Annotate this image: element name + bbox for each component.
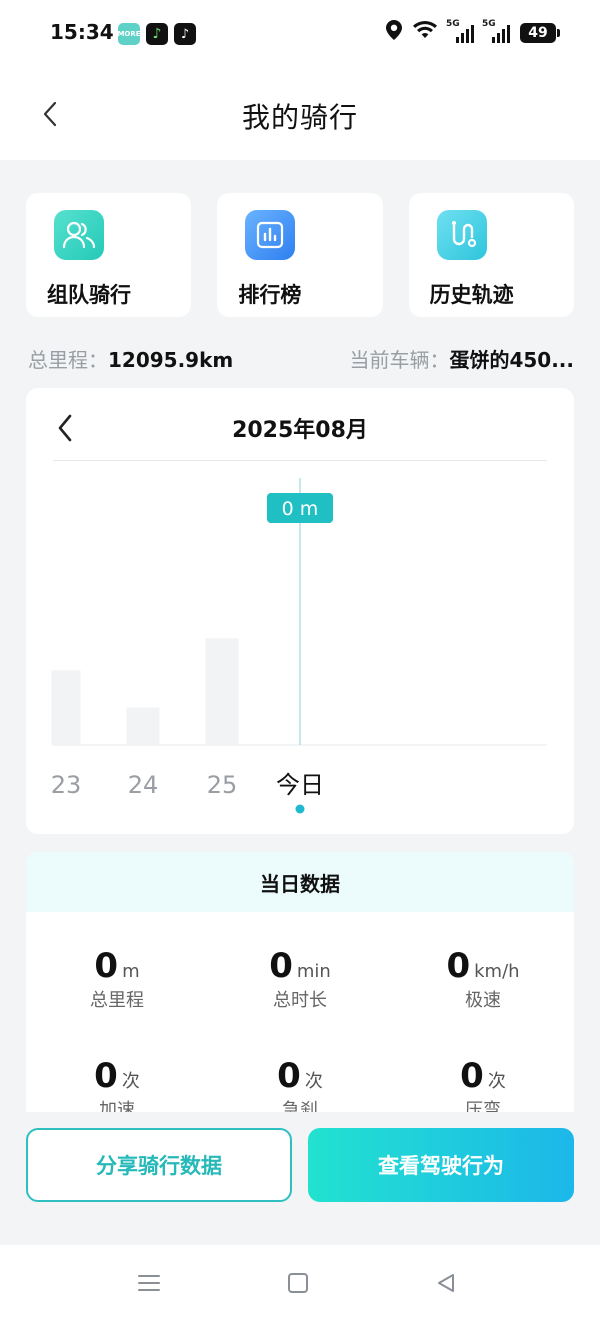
chart-bar[interactable]: [205, 638, 239, 745]
total-distance-value: 12095.9km: [108, 348, 234, 372]
status-indicators: 5G 5G 49: [386, 19, 560, 45]
metric-distance-label: 总里程: [90, 990, 144, 1011]
leaderboard-label: 排行榜: [238, 283, 302, 307]
location-icon: [386, 20, 402, 45]
chart-bar[interactable]: [51, 670, 81, 745]
daily-chart-card: 2025年08月 23 24 25 今日 0 m: [26, 388, 574, 834]
metric-top-speed-unit: km/h: [474, 961, 520, 982]
chart-tick-label[interactable]: 24: [128, 771, 159, 799]
day-data-card: 当日数据 0m 总里程 0 min 总时长 0 km/h 极速 0次 加速 0次 急…: [26, 852, 574, 1112]
chart-tick-label[interactable]: 25: [207, 771, 238, 799]
battery-icon: 49: [520, 22, 560, 43]
back-nav-button[interactable]: [431, 1269, 461, 1297]
chart-tick-label[interactable]: 今日: [276, 771, 324, 799]
music-app-icon: ♪: [146, 23, 168, 45]
metric-acceleration-value: 0: [94, 1056, 118, 1096]
metric-distance-unit: m: [122, 961, 140, 982]
metric-hard-brake-value: 0: [277, 1056, 301, 1096]
system-nav-bar: [0, 1245, 600, 1319]
home-nav-button[interactable]: [283, 1269, 313, 1297]
metric-duration: 0 min 总时长: [209, 946, 391, 1012]
signal-icon-2: 5G: [482, 19, 510, 43]
metric-distance: 0m 总里程: [26, 946, 208, 1012]
chart-tick-label[interactable]: 23: [51, 771, 82, 799]
metric-duration-value: 0: [269, 946, 293, 986]
page-header: 我的骑行: [0, 68, 600, 160]
home-square-icon: [288, 1273, 308, 1293]
page-title: 我的骑行: [241, 101, 358, 134]
menu-icon: [138, 1275, 160, 1291]
chart-tooltip-label: 0 m: [282, 498, 319, 520]
feature-cards: 组队骑行 排行榜 历史轨迹: [26, 193, 574, 317]
metric-top-speed-value: 0: [446, 946, 471, 986]
metric-distance-value: 0: [94, 946, 119, 986]
metric-duration-unit: min: [296, 961, 331, 982]
tiktok-icon: ♪: [174, 23, 196, 45]
morefun-app-icon: MORE: [117, 23, 141, 45]
team-riding-card[interactable]: 组队骑行: [26, 193, 192, 317]
leaderboard-icon: [245, 210, 296, 260]
current-vehicle[interactable]: 当前车辆：蛋饼的450...: [349, 344, 574, 373]
chart-bar[interactable]: [126, 707, 160, 745]
history-track-label: 历史轨迹: [429, 283, 514, 307]
metric-cornering: 0次 压弯: [392, 1056, 574, 1112]
team-riding-label: 组队骑行: [47, 283, 131, 307]
wifi-icon: [412, 20, 438, 45]
daily-distance-chart[interactable]: 23 24 25 今日 0 m: [26, 388, 574, 834]
metric-hard-brake-label: 急刹: [282, 1100, 318, 1112]
status-app-icons: MORE ♪ ♪: [117, 23, 196, 45]
menu-nav-button[interactable]: [134, 1269, 164, 1297]
metric-cornering-value: 0: [460, 1056, 484, 1096]
metric-acceleration-label: 加速: [99, 1100, 135, 1112]
metric-top-speed-label: 极速: [465, 990, 501, 1011]
team-riding-icon: [54, 210, 104, 260]
metric-cornering-unit: 次: [487, 1071, 506, 1092]
metric-hard-brake-unit: 次: [304, 1071, 323, 1092]
status-bar: 15:34 MORE ♪ ♪ 5G 5G 49: [0, 0, 600, 68]
history-track-card[interactable]: 历史轨迹: [408, 193, 574, 317]
status-time: 15:34: [50, 20, 114, 44]
metric-duration-label: 总时长: [273, 990, 327, 1011]
total-distance-label: 总里程：: [28, 348, 108, 372]
metric-acceleration-unit: 次: [121, 1071, 140, 1092]
metric-hard-brake: 0次 急刹: [209, 1056, 391, 1112]
metric-cornering-label: 压弯: [465, 1100, 501, 1112]
share-riding-data-button[interactable]: 分享骑行数据: [26, 1128, 292, 1202]
metric-acceleration: 0次 加速: [26, 1056, 208, 1112]
current-vehicle-label: 当前车辆：: [349, 348, 450, 372]
signal-icon: 5G: [446, 19, 474, 43]
view-driving-behavior-button[interactable]: 查看驾驶行为: [308, 1128, 574, 1202]
current-vehicle-value: 蛋饼的450...: [449, 348, 574, 372]
leaderboard-card[interactable]: 排行榜: [217, 193, 383, 317]
chart-selected-dot: [295, 804, 305, 814]
metric-top-speed: 0 km/h 极速: [392, 946, 574, 1012]
total-distance: 总里程：12095.9km: [28, 344, 233, 373]
history-track-icon: [436, 210, 487, 260]
totals-row: 总里程：12095.9km 当前车辆：蛋饼的450...: [28, 344, 576, 374]
day-data-title: 当日数据: [26, 852, 574, 912]
back-triangle-icon: [438, 1274, 454, 1292]
